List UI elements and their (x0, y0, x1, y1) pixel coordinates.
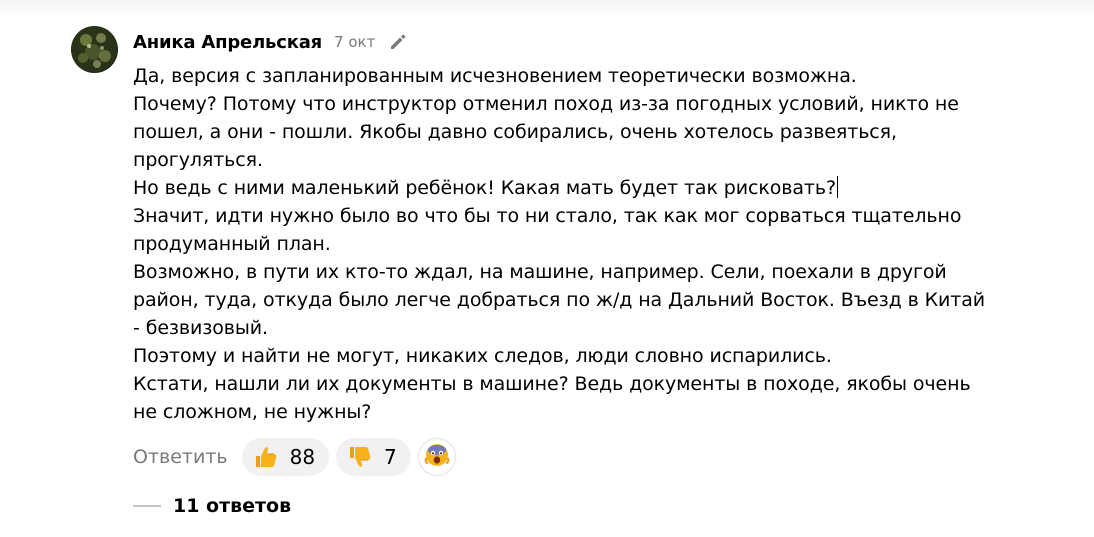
comment-line: Значит, идти нужно было во что бы то ни … (133, 205, 962, 227)
comment-line: прогуляться. (133, 149, 263, 171)
comment-line: Почему? Потому что инструктор отменил по… (133, 93, 959, 115)
comment-line: пошел, а они - пошли. Якобы давно собира… (133, 121, 897, 143)
comment-line: Кстати, нашли ли их документы в машине? … (133, 373, 971, 395)
comment-actions: Ответить 88 7 (133, 437, 456, 477)
comment-line: не сложном, не нужны? (133, 401, 372, 423)
comment-date: 7 окт (334, 33, 376, 51)
thumbs-down-icon (346, 443, 374, 471)
dislike-count: 7 (384, 445, 397, 469)
dislike-button[interactable]: 7 (336, 438, 411, 476)
replies-count-label: 11 ответов (173, 495, 292, 517)
comment-line: Да, версия с запланированным исчезновени… (133, 65, 857, 87)
comment-line: Поэтому и найти не могут, никаких следов… (133, 345, 832, 367)
comment-header: Аника Апрельская 7 окт (133, 30, 408, 54)
like-button[interactable]: 88 (241, 438, 330, 476)
comment-line: продуманный план. (133, 233, 331, 255)
text-caret (836, 176, 838, 198)
author-name[interactable]: Аника Апрельская (133, 32, 322, 53)
show-replies-button[interactable]: 11 ответов (133, 493, 291, 519)
shocked-face-icon (423, 441, 451, 473)
comment-line-with-caret: Но ведь с ними маленький ребёнок! Какая … (133, 174, 1033, 202)
comment-line: район, туда, откуда было легче добраться… (133, 289, 986, 311)
thumbs-up-icon (252, 443, 280, 471)
comment-line: Возможно, в пути их кто-то ждал, на маши… (133, 261, 947, 283)
pencil-icon[interactable] (388, 32, 408, 52)
comment-text: Да, версия с запланированным исчезновени… (133, 62, 1033, 426)
like-count: 88 (289, 445, 316, 469)
reply-button[interactable]: Ответить (133, 446, 228, 468)
avatar-image (71, 26, 117, 72)
avatar[interactable] (71, 26, 118, 73)
top-fade (0, 0, 1094, 20)
shocked-reaction-button[interactable] (417, 438, 456, 476)
comment-line: - безвизовый. (133, 317, 268, 339)
replies-divider (133, 505, 161, 507)
comment-line: Но ведь с ними маленький ребёнок! Какая … (133, 177, 836, 199)
